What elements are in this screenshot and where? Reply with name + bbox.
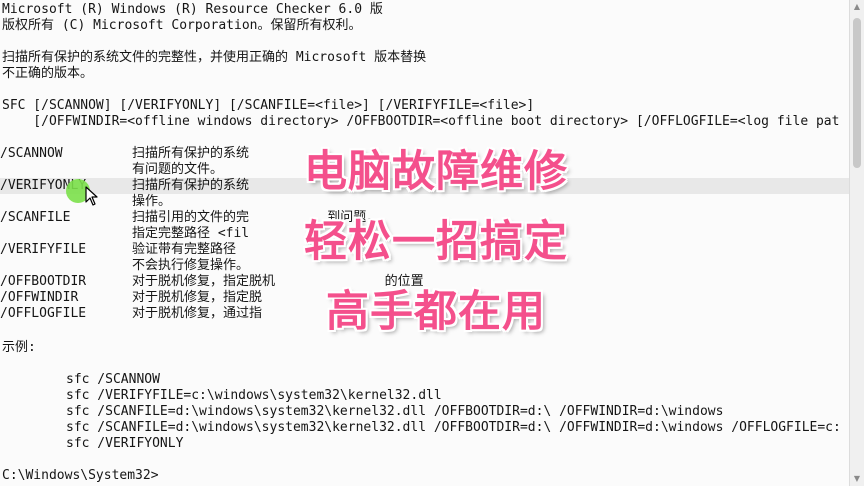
- usage-line-2: [/OFFWINDIR=<offline windows directory> …: [2, 114, 840, 129]
- command-prompt-line[interactable]: C:\Windows\System32>: [2, 468, 159, 484]
- option-desc-offwindir: 对于脱机修复，指定脱: [132, 290, 263, 305]
- vertical-scrollbar[interactable]: ▲ ▼: [849, 0, 864, 486]
- option-desc-verifyfile-2: 不会执行修复操作。: [132, 258, 250, 273]
- option-desc-offlogfile: 对于脱机修复，通过指: [132, 306, 263, 321]
- option-switch-offbootdir: /OFFBOOTDIR: [0, 274, 87, 289]
- option-switch-offlogfile: /OFFLOGFILE: [0, 306, 87, 321]
- option-switch-offwindir: /OFFWINDIR: [0, 290, 79, 305]
- intro-line-2: 不正确的版本。: [2, 66, 94, 81]
- option-desc-verifyonly-2: 操作。: [132, 194, 172, 209]
- example-line-4: sfc /SCANFILE=d:\windows\system32\kernel…: [66, 420, 841, 435]
- example-line-5: sfc /VERIFYONLY: [66, 436, 184, 451]
- caption-line-3: 高手都在用: [326, 287, 546, 337]
- examples-label: 示例:: [2, 340, 36, 355]
- option-desc-scannow-2: 有问题的文件。: [132, 162, 224, 177]
- option-switch-scanfile: /SCANFILE: [0, 210, 71, 225]
- arrow-cursor-icon: [85, 186, 98, 206]
- option-switch-verifyfile: /VERIFYFILE: [0, 242, 87, 257]
- header-line-1: Microsoft (R) Windows (R) Resource Check…: [2, 2, 383, 17]
- caption-line-1: 电脑故障维修: [304, 147, 568, 197]
- promo-caption-overlay: 电脑故障维修 轻松一招搞定 高手都在用: [271, 146, 601, 376]
- option-desc-scanfile-2: 指定完整路径 <fil: [132, 226, 250, 241]
- video-frame: Microsoft (R) Windows (R) Resource Check…: [0, 0, 864, 486]
- header-line-2: 版权所有 (C) Microsoft Corporation。保留所有权利。: [2, 18, 362, 33]
- example-line-2: sfc /VERIFYFILE=c:\windows\system32\kern…: [66, 388, 442, 403]
- example-line-3: sfc /SCANFILE=d:\windows\system32\kernel…: [66, 404, 724, 419]
- option-desc-verifyfile-1: 验证带有完整路径: [132, 242, 237, 257]
- scrollbar-thumb[interactable]: [853, 18, 861, 168]
- example-line-1: sfc /SCANNOW: [66, 372, 160, 387]
- scroll-down-arrow-icon[interactable]: ▼: [850, 472, 864, 486]
- option-desc-verifyonly-1: 扫描所有保护的系统: [132, 178, 250, 193]
- scroll-up-arrow-icon[interactable]: ▲: [850, 0, 864, 14]
- option-switch-scannow: /SCANNOW: [0, 146, 63, 161]
- intro-line-1: 扫描所有保护的系统文件的完整性，并使用正确的 Microsoft 版本替换: [2, 50, 427, 65]
- caption-line-2: 轻松一招搞定: [304, 217, 568, 267]
- usage-line-1: SFC [/SCANNOW] [/VERIFYONLY] [/SCANFILE=…: [2, 98, 535, 113]
- option-desc-scannow-1: 扫描所有保护的系统: [132, 146, 250, 161]
